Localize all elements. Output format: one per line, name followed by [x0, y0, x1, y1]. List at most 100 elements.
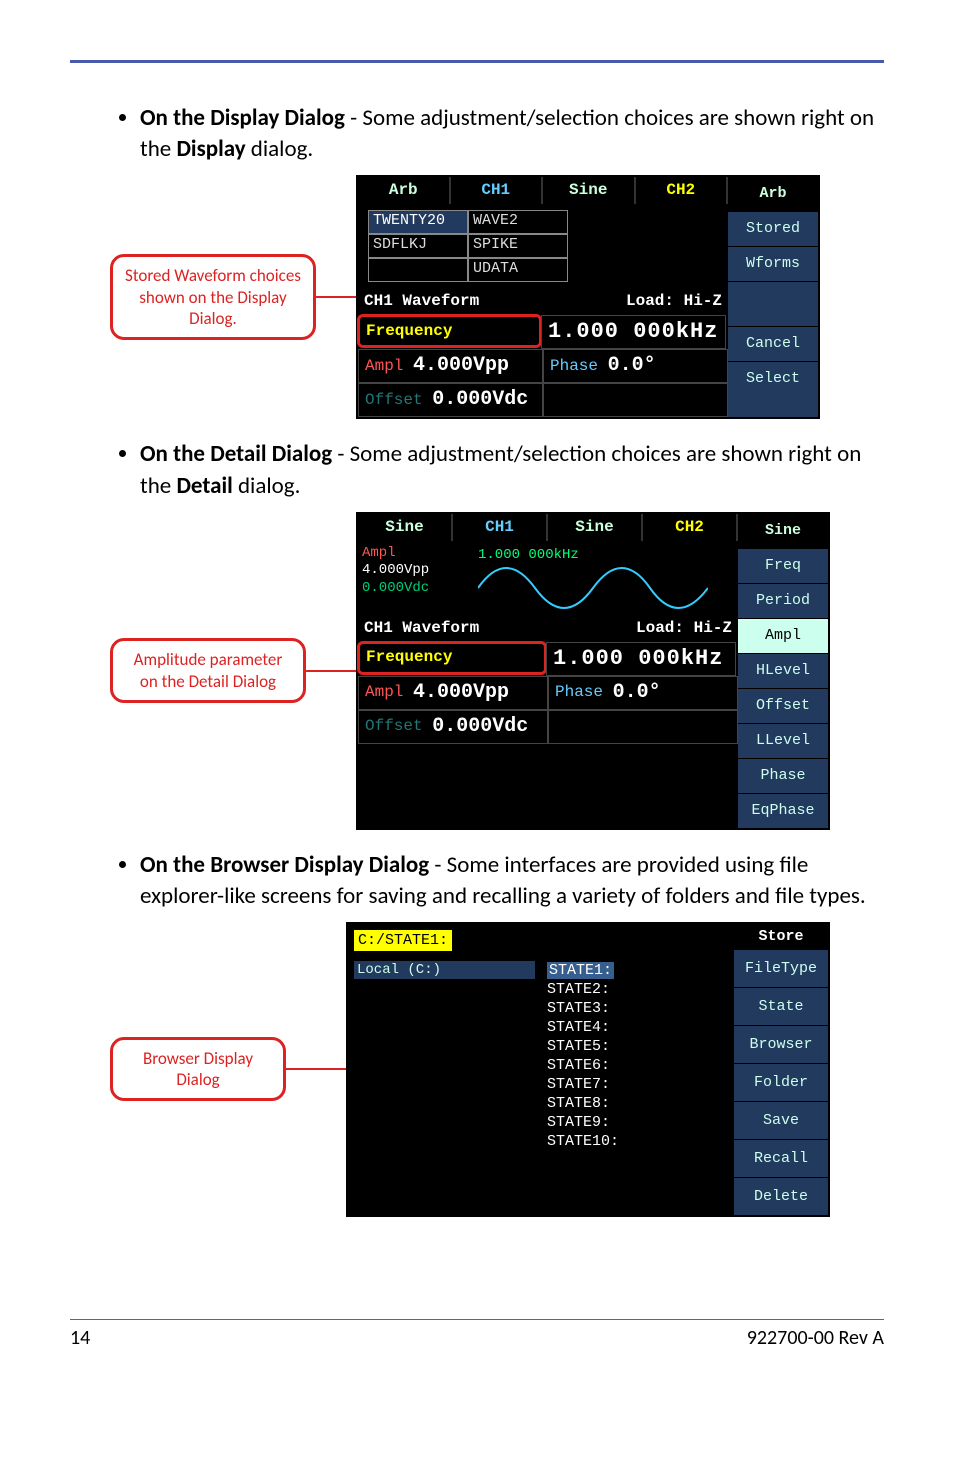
section-load-hiz: Load: Hi-Z	[626, 292, 722, 311]
sine-wave-icon	[478, 563, 708, 613]
file-state1[interactable]: STATE1:	[547, 962, 614, 979]
callout-amplitude: Amplitude parameter on the Detail Dialog	[110, 638, 306, 703]
file-state10[interactable]: STATE10:	[547, 1132, 728, 1151]
header-rule	[70, 60, 884, 63]
param-offset-2[interactable]: Offset 0.000Vdc	[358, 710, 548, 744]
softkey-llevel[interactable]: LLevel	[738, 723, 828, 758]
tab-sine[interactable]: Sine	[543, 177, 636, 204]
tab-ch1-2[interactable]: CH1	[453, 514, 548, 541]
offset-value: 0.000Vdc	[432, 388, 528, 412]
file-state7[interactable]: STATE7:	[547, 1075, 728, 1094]
doc-revision: 922700-00 Rev A	[747, 1326, 884, 1350]
bullet-display-dialog: On the Display Dialog - Some adjustment/…	[140, 103, 884, 165]
wf-cell-wave2[interactable]: WAVE2	[468, 210, 568, 234]
softkey-cancel[interactable]: Cancel	[728, 326, 818, 361]
bullet2-bold: On the Detail Dialog	[140, 440, 332, 468]
file-state3[interactable]: STATE3:	[547, 999, 728, 1018]
softkey-select[interactable]: Select	[728, 361, 818, 396]
phase-value: 0.0°	[608, 354, 656, 378]
param-offset[interactable]: Offset 0.000Vdc	[358, 383, 543, 417]
softkey-save[interactable]: Save	[734, 1101, 828, 1139]
softkey-stored[interactable]: Stored	[728, 211, 818, 246]
softkey-title-arb: Arb	[728, 177, 818, 211]
file-state6[interactable]: STATE6:	[547, 1056, 728, 1075]
softkey-title-sine: Sine	[738, 514, 828, 548]
prev-ampl-label: Ampl	[362, 545, 396, 561]
offset-value-2: 0.000Vdc	[432, 715, 528, 739]
softkey-phase[interactable]: Phase	[738, 758, 828, 793]
offset-label-2: Offset	[365, 717, 423, 736]
bullet2-text2: dialog.	[233, 472, 301, 500]
ampl-value: 4.000Vpp	[413, 354, 509, 378]
softkey-column-2: Sine Freq Period Ampl HLevel Offset LLev…	[738, 514, 828, 828]
param-frequency-value-2[interactable]: 1.000 000kHz	[546, 642, 736, 676]
softkey-eqphase[interactable]: EqPhase	[738, 793, 828, 828]
param-ampl-2[interactable]: Ampl 4.000Vpp	[358, 676, 548, 710]
offset-label: Offset	[365, 391, 423, 410]
softkey-blank	[728, 281, 818, 326]
section-load-hiz-2: Load: Hi-Z	[636, 619, 732, 638]
file-state2[interactable]: STATE2:	[547, 980, 728, 999]
softkey-hlevel[interactable]: HLevel	[738, 653, 828, 688]
file-state4[interactable]: STATE4:	[547, 1018, 728, 1037]
ampl-label: Ampl	[365, 357, 403, 376]
browser-softkeys: Store FileType State Browser Folder Save…	[734, 924, 828, 1215]
prev-rate: 1.000 000kHz	[478, 547, 579, 564]
softkey-period[interactable]: Period	[738, 583, 828, 618]
section-ch1-waveform-2: CH1 Waveform	[364, 619, 479, 638]
freq-value-2: 1.000 000kHz	[553, 646, 723, 672]
tab-ch2-2[interactable]: CH2	[643, 514, 738, 541]
wf-cell-twenty20[interactable]: TWENTY20	[368, 210, 468, 234]
phase-value-2: 0.0°	[613, 681, 661, 705]
callout-lead-3	[286, 1068, 346, 1070]
tab-sine-1[interactable]: Sine	[358, 514, 453, 541]
softkey-folder[interactable]: Folder	[734, 1063, 828, 1101]
bullet3-bold: On the Browser Display Dialog	[140, 851, 429, 879]
param-blank	[543, 383, 728, 417]
param-frequency[interactable]: Frequency	[357, 314, 542, 348]
callout-lead-2	[306, 670, 356, 672]
bullet-detail-dialog: On the Detail Dialog - Some adjustment/s…	[140, 439, 884, 501]
param-blank-2	[548, 710, 738, 744]
tab-ch1[interactable]: CH1	[451, 177, 544, 204]
param-phase[interactable]: Phase 0.0°	[543, 349, 728, 383]
param-phase-2[interactable]: Phase 0.0°	[548, 676, 738, 710]
wf-cell-spike[interactable]: SPIKE	[468, 234, 568, 258]
stored-waveform-table: TWENTY20 WAVE2 SDFLKJ SPIKE UDATA	[368, 210, 718, 282]
tab-arb[interactable]: Arb	[358, 177, 451, 204]
page-number: 14	[70, 1326, 90, 1350]
softkey-recall[interactable]: Recall	[734, 1139, 828, 1177]
softkey-ampl[interactable]: Ampl	[738, 618, 828, 653]
softkey-browser[interactable]: Browser	[734, 1025, 828, 1063]
freq-label-2: Frequency	[366, 648, 452, 667]
ampl-label-2: Ampl	[365, 683, 403, 702]
softkey-freq[interactable]: Freq	[738, 548, 828, 583]
callout-lead-1	[316, 296, 356, 298]
phase-label-2: Phase	[555, 683, 603, 702]
bullet1-text2: dialog.	[246, 135, 314, 163]
tab-sine-2[interactable]: Sine	[548, 514, 643, 541]
softkey-wforms[interactable]: Wforms	[728, 246, 818, 281]
wf-cell-sdflkj[interactable]: SDFLKJ	[368, 234, 468, 258]
file-state5[interactable]: STATE5:	[547, 1037, 728, 1056]
browser-path: C:/STATE1:	[354, 930, 452, 951]
softkey-filetype[interactable]: FileType	[734, 949, 828, 987]
softkey-delete[interactable]: Delete	[734, 1177, 828, 1215]
browser-files-col: STATE1: STATE2: STATE3: STATE4: STATE5: …	[541, 957, 734, 1155]
prev-vpp: 4.000Vpp	[362, 562, 429, 578]
wf-cell-udata[interactable]: UDATA	[468, 258, 568, 282]
tab-ch2[interactable]: CH2	[636, 177, 729, 204]
param-frequency-value[interactable]: 1.000 000kHz	[541, 315, 726, 349]
drive-local-c[interactable]: Local (C:)	[354, 961, 535, 979]
callout-browser: Browser Display Dialog	[110, 1037, 286, 1102]
softkey-offset[interactable]: Offset	[738, 688, 828, 723]
file-state9[interactable]: STATE9:	[547, 1113, 728, 1132]
bullet2-bold2: Detail	[176, 472, 232, 500]
callout-stored-waveform: Stored Waveform choices shown on the Dis…	[110, 254, 316, 340]
file-state8[interactable]: STATE8:	[547, 1094, 728, 1113]
param-frequency-2[interactable]: Frequency	[357, 641, 547, 675]
waveform-preview: Ampl 4.000Vpp 0.000Vdc 1.000 000kHz	[358, 541, 738, 615]
param-ampl[interactable]: Ampl 4.000Vpp	[358, 349, 543, 383]
softkey-state[interactable]: State	[734, 987, 828, 1025]
wf-cell-empty[interactable]	[368, 258, 468, 282]
